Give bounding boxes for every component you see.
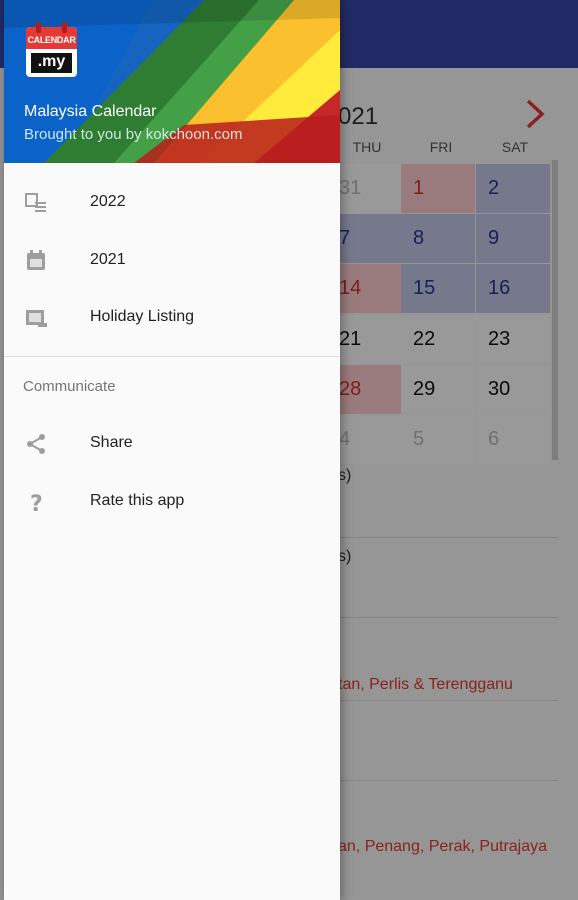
app-name: Malaysia Calendar	[24, 103, 157, 120]
menu-item-rate-app[interactable]: ? Rate this app	[4, 474, 340, 530]
menu-item-label: Rate this app	[90, 492, 185, 509]
logo-text-top: CALENDAR	[27, 35, 76, 45]
section-header-communicate: Communicate	[23, 378, 116, 395]
drawer-header: CALENDAR .my Malaysia Calendar Brought t…	[4, 0, 340, 163]
menu-item-label: Share	[90, 434, 133, 451]
navigation-drawer: CALENDAR .my Malaysia Calendar Brought t…	[4, 0, 340, 900]
help-icon: ?	[30, 492, 43, 514]
calendar-logo-icon: CALENDAR .my	[25, 22, 78, 78]
menu-item-label: 2021	[90, 251, 126, 268]
logo-text-bottom: .my	[37, 53, 66, 70]
menu-item-holiday-listing[interactable]: Holiday Listing	[4, 290, 340, 346]
menu-item-share[interactable]: Share	[4, 416, 340, 472]
menu-divider	[4, 356, 340, 357]
app-subtitle: Brought to you by kokchoon.com	[24, 126, 243, 143]
calendar-icon	[27, 250, 45, 270]
share-icon	[27, 434, 45, 454]
holiday-listing-icon	[26, 310, 47, 327]
menu-item-2021[interactable]: 2021	[4, 233, 340, 289]
menu-item-label: 2022	[90, 193, 126, 210]
calendar-list-icon	[25, 193, 46, 212]
svg-text:?: ?	[30, 492, 43, 514]
menu-item-2022[interactable]: 2022	[4, 175, 340, 231]
menu-item-label: Holiday Listing	[90, 308, 195, 325]
